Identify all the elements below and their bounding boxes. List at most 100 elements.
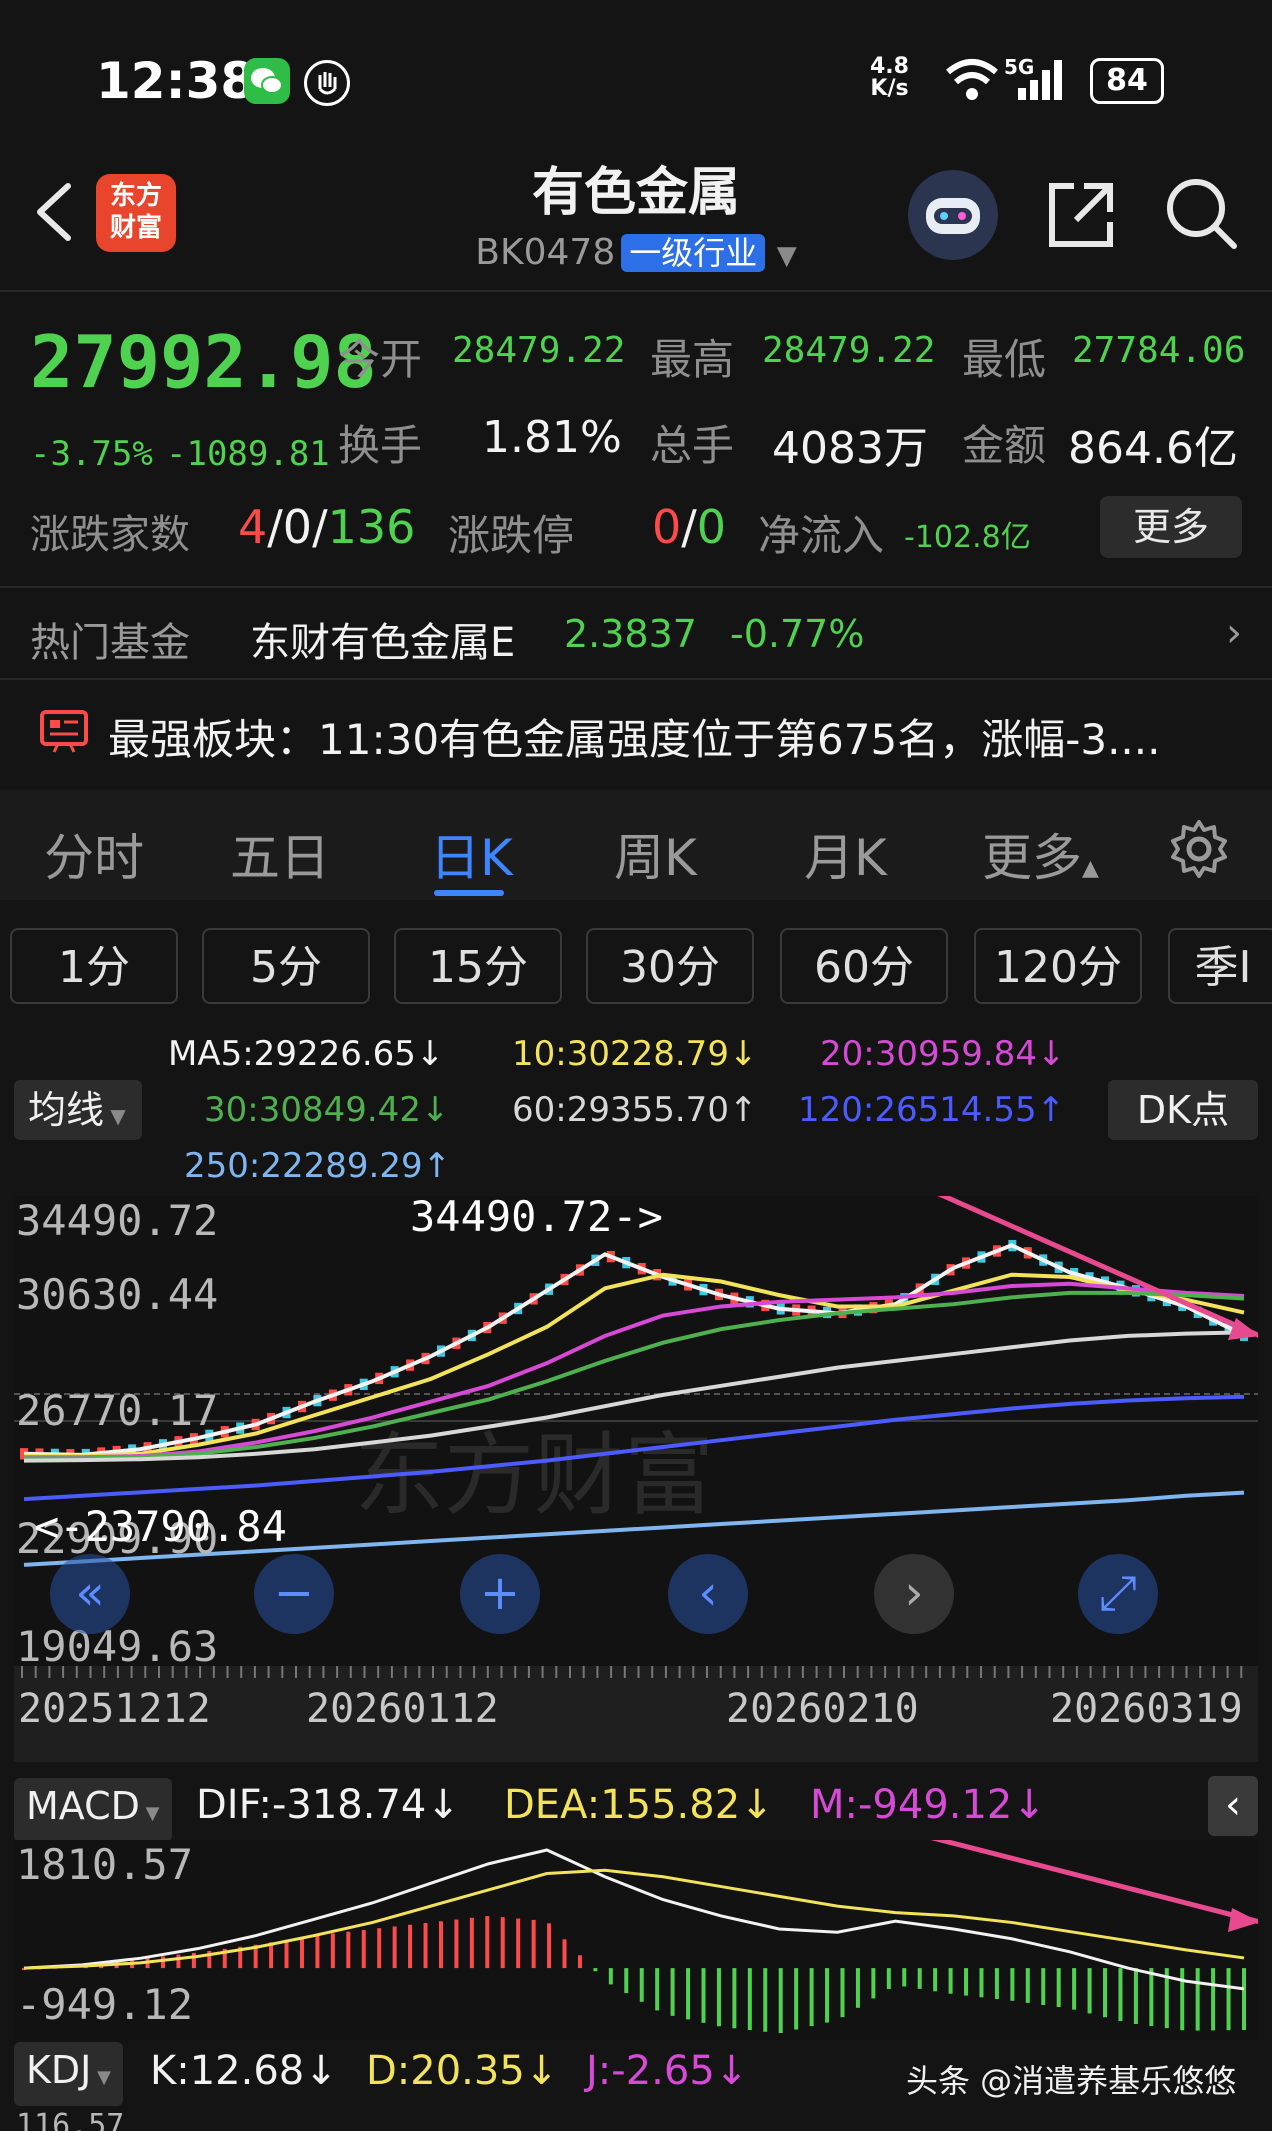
tab-weekly-k[interactable]: 周K [614, 818, 697, 890]
macd-bar [933, 1968, 938, 1992]
limit-down: 0 [696, 500, 727, 554]
macd-bar [1149, 1968, 1154, 2027]
y-tick: 19049.63 [16, 1622, 219, 1671]
sector-level-badge: 一级行业 [621, 234, 766, 272]
fund-change: -0.77% [730, 612, 865, 656]
macd-bar [160, 1956, 165, 1969]
macd-bar [330, 1933, 335, 1969]
macd-bar [176, 1954, 181, 1969]
tab-five-day[interactable]: 五日 [230, 818, 330, 890]
high-label: 最高 [650, 335, 735, 384]
zoom-out-icon[interactable]: − [254, 1554, 334, 1634]
macd-bar [392, 1926, 397, 1969]
share-icon[interactable] [1044, 176, 1120, 256]
speed-value: 4.8 [870, 54, 909, 79]
search-icon[interactable] [1164, 176, 1240, 256]
y-tick: 26770.17 [16, 1386, 219, 1435]
macd-bar [686, 1968, 691, 2020]
collapse-panel-button[interactable]: ‹ [1208, 1776, 1258, 1836]
x-tick: 20260210 [726, 1686, 919, 1732]
macd-bar [284, 1939, 289, 1969]
divider [0, 290, 1272, 292]
fullscreen-icon[interactable]: ⤢ [1078, 1554, 1158, 1634]
kdj-y-top: 116.57 [16, 2108, 125, 2131]
broadcast-row[interactable]: 最强板块：11:30有色金属强度位于第675名，涨幅-3.... [0, 680, 1272, 780]
macd-bar [747, 1968, 752, 2031]
macd-bar [454, 1919, 459, 1969]
macd-svg [14, 1825, 1261, 2040]
limit-label: 涨跌停 [448, 511, 575, 560]
chevron-right-icon: › [1226, 610, 1242, 656]
y-tick: 30630.44 [16, 1270, 219, 1319]
period-60min[interactable]: 60分 [780, 928, 948, 1004]
more-button[interactable]: 更多 [1100, 496, 1242, 558]
macd-bar [994, 1968, 999, 2000]
macd-bar [1242, 1968, 1246, 2030]
source-watermark: 头条 @消遣养基乐悠悠 [906, 2062, 1237, 2100]
period-15min[interactable]: 15分 [394, 928, 562, 1004]
status-bar: 12:38 4.8 K/s 5G 84 [0, 0, 1272, 150]
macd-bar [346, 1931, 351, 1969]
scroll-right-icon[interactable]: › [874, 1554, 954, 1634]
macd-chart[interactable]: 1810.57 -949.12 [14, 1825, 1261, 2040]
macd-bar [1025, 1968, 1030, 2003]
macd-dif: DIF:-318.74↓ [196, 1782, 460, 1828]
chevron-down-icon: ▼ [776, 241, 797, 271]
macd-bar [655, 1968, 660, 2011]
zoom-in-icon[interactable]: + [460, 1554, 540, 1634]
kdj-k: K:12.68↓ [150, 2048, 338, 2094]
macd-bar [1072, 1968, 1077, 2010]
macd-bar [408, 1924, 413, 1969]
caret-up-icon: ▲ [1082, 856, 1099, 881]
hot-fund-row[interactable]: 热门基金 东财有色金属E 2.3837 -0.77% › [0, 588, 1272, 678]
network-speed: 4.8 K/s [870, 56, 909, 100]
tab-more[interactable]: 更多▲ [982, 818, 1099, 890]
macd-dea: DEA:155.82↓ [504, 1782, 774, 1828]
macd-bar [886, 1968, 891, 1990]
scroll-left-icon[interactable]: ‹ [668, 1554, 748, 1634]
assistant-robot-icon[interactable] [908, 170, 998, 260]
macd-bar [917, 1968, 922, 1989]
period-1min[interactable]: 1分 [10, 928, 178, 1004]
kdj-toggle[interactable]: KDJ ▼ [14, 2042, 123, 2106]
turnover-label: 换手 [338, 421, 423, 470]
period-quarter[interactable]: 季I [1168, 928, 1272, 1004]
macd-bar [1133, 1968, 1138, 2024]
macd-bar [624, 1968, 629, 1994]
gear-icon[interactable] [1168, 818, 1230, 884]
macd-bar [377, 1928, 382, 1969]
hot-fund-label: 热门基金 [30, 620, 190, 666]
macd-bar [871, 1968, 876, 1999]
macd-toggle[interactable]: MACD ▼ [14, 1778, 172, 1842]
macd-bar [964, 1968, 969, 1996]
macd-bar [438, 1921, 443, 1969]
macd-bar [794, 1968, 799, 2030]
ma-toggle[interactable]: 均线 ▼ [14, 1080, 142, 1140]
ma30-value: 30:30849.42↓ [204, 1090, 450, 1130]
macd-bar [809, 1968, 814, 2027]
macd-bar [716, 1968, 721, 2027]
wechat-icon [244, 58, 290, 104]
macd-header: MACD ▼ DIF:-318.74↓ DEA:155.82↓ M:-949.1… [14, 1776, 1258, 1842]
ma120-value: 120:26514.55↑ [798, 1090, 1066, 1130]
breadth-up: 4 [238, 500, 268, 554]
clock: 12:38 [96, 52, 256, 110]
tab-intraday[interactable]: 分时 [44, 818, 144, 890]
breadth-label: 涨跌家数 [30, 512, 190, 558]
macd-bar [562, 1939, 567, 1969]
macd-bar [608, 1968, 613, 1985]
open-label: 今开 [338, 335, 423, 384]
min-annotation: <-23790.84 [34, 1502, 287, 1551]
speed-unit: K/s [870, 76, 909, 101]
period-30min[interactable]: 30分 [586, 928, 754, 1004]
period-120min[interactable]: 120分 [974, 928, 1142, 1004]
tab-daily-k[interactable]: 日K [430, 818, 513, 890]
period-5min[interactable]: 5分 [202, 928, 370, 1004]
macd-toggle-label: MACD [26, 1784, 140, 1828]
rewind-fast-icon[interactable]: « [50, 1554, 130, 1634]
tab-monthly-k[interactable]: 月K [804, 818, 887, 890]
max-annotation: 34490.72-> [410, 1192, 663, 1241]
kline-chart[interactable]: 东方财富 34490.72 30630.44 26770.17 22909.90… [14, 1171, 1262, 1762]
dk-point-button[interactable]: DK点 [1108, 1080, 1258, 1140]
breadth-flat: 0 [282, 500, 313, 554]
